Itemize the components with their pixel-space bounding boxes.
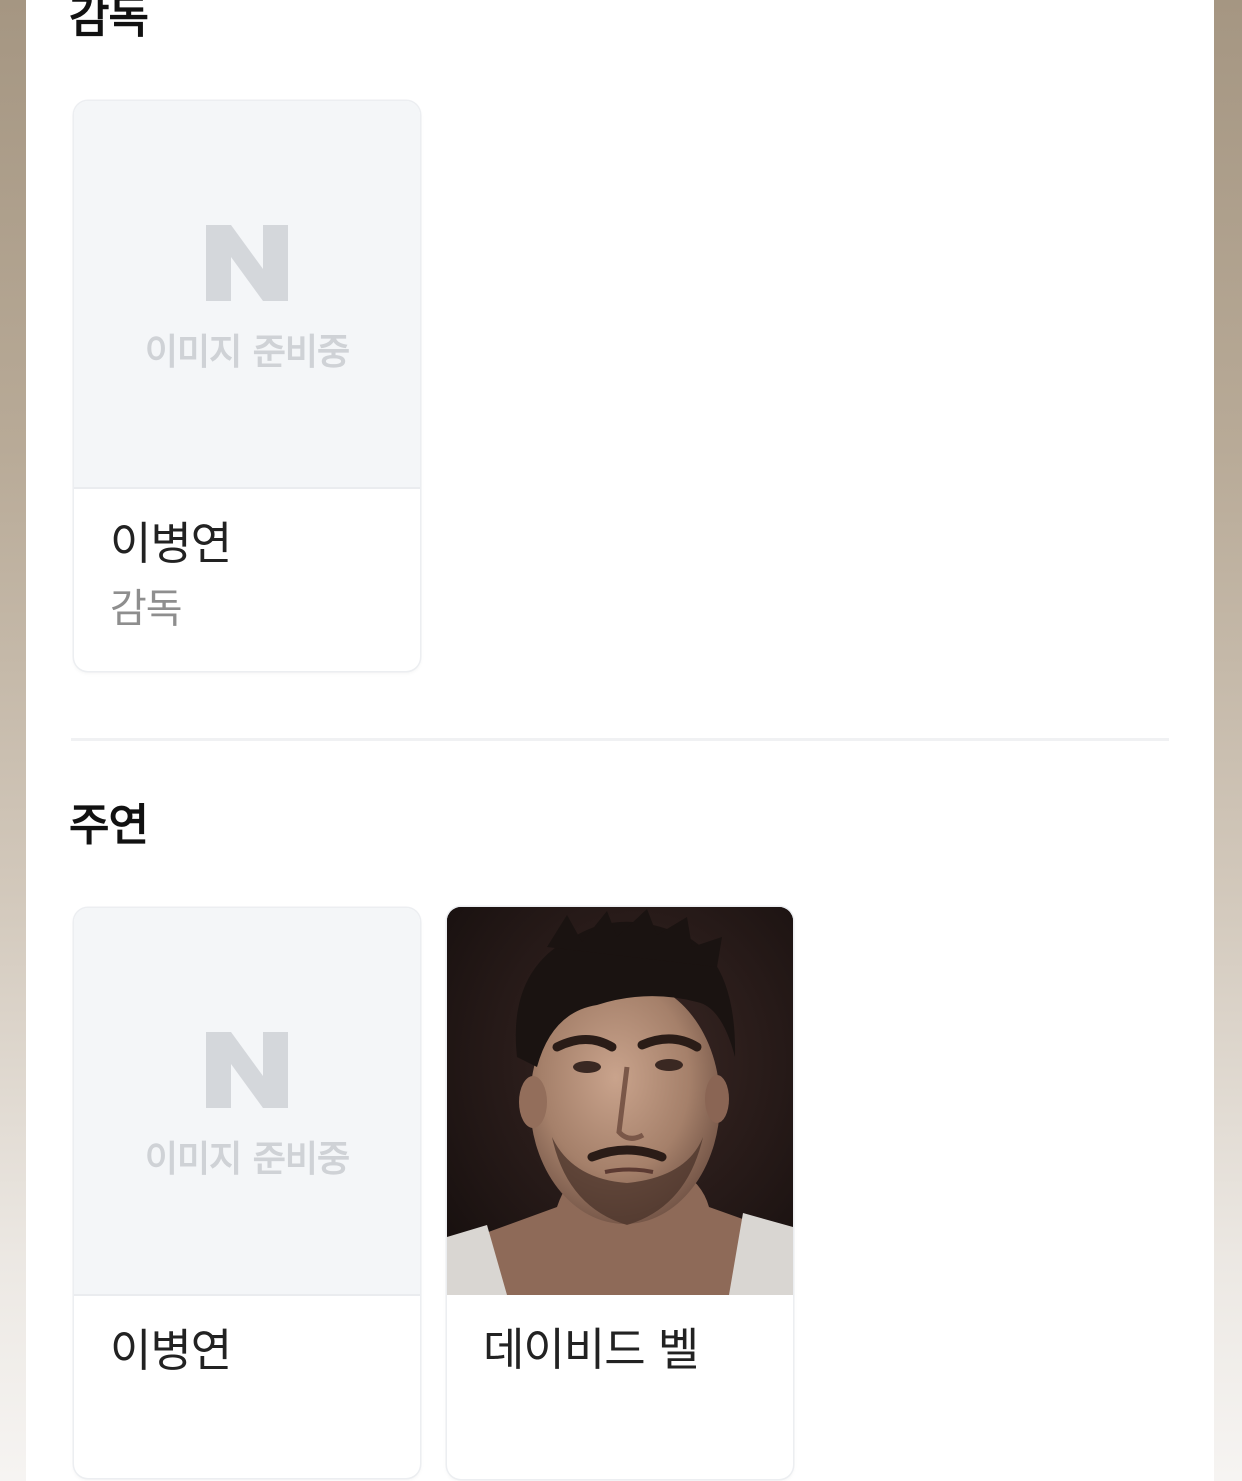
image-pending-label: 이미지 준비중 (144, 332, 350, 373)
person-name: 이병연 (110, 1324, 232, 1377)
naver-n-icon (206, 1032, 288, 1108)
card-info: 데이비드 벨 (447, 1295, 793, 1377)
cast-crew-panel: 감독 이미지 준비중 이병연 감독 주연 이미지 준비중 이병연 데이비드 벨 (26, 0, 1214, 1481)
naver-n-icon (206, 225, 288, 301)
person-name: 데이비드 벨 (483, 1323, 699, 1376)
image-pending-label: 이미지 준비중 (144, 1139, 350, 1180)
profile-image-placeholder: 이미지 준비중 (74, 908, 420, 1296)
section-title-cast: 주연 (69, 800, 149, 851)
card-info: 이병연 (74, 1296, 420, 1378)
director-card[interactable]: 이미지 준비중 이병연 감독 (74, 101, 420, 671)
person-role: 감독 (110, 586, 183, 632)
cast-card-2[interactable]: 데이비드 벨 (447, 907, 793, 1479)
section-divider (71, 738, 1169, 741)
cast-card-1[interactable]: 이미지 준비중 이병연 (74, 908, 420, 1478)
card-info: 이병연 감독 (74, 489, 420, 633)
section-title-director: 감독 (69, 0, 149, 43)
actor-photo (447, 907, 793, 1295)
profile-image-placeholder: 이미지 준비중 (74, 101, 420, 489)
person-name: 이병연 (110, 517, 232, 570)
actor-portrait-image (447, 907, 793, 1295)
